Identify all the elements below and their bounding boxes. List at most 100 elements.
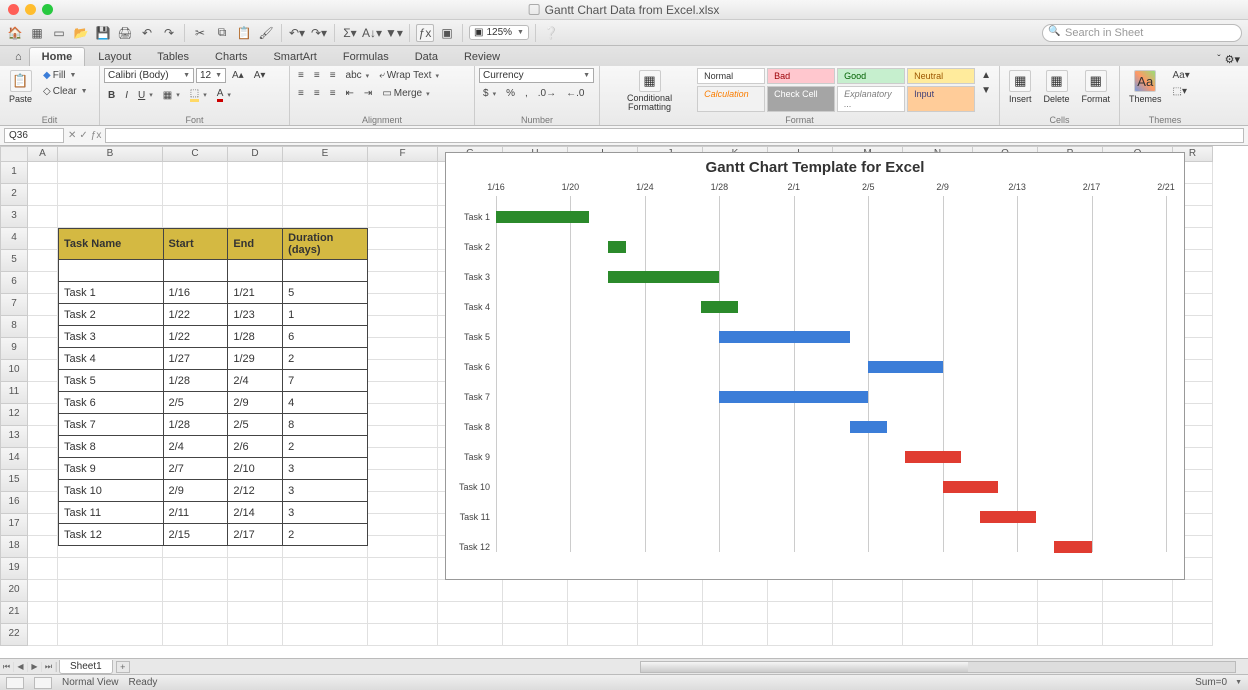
table-cell[interactable]: Task 12 [59, 524, 164, 546]
table-cell[interactable]: 2/4 [163, 436, 228, 458]
table-cell[interactable]: 2/12 [228, 480, 283, 502]
row-header-16[interactable]: 16 [0, 492, 28, 514]
style-neutral[interactable]: Neutral [907, 68, 975, 84]
open-icon[interactable]: 📂 [72, 24, 90, 42]
sort-icon[interactable]: A↓▾ [363, 24, 381, 42]
tab-home-icon[interactable]: ⌂ [8, 47, 29, 66]
table-cell[interactable]: 2/6 [228, 436, 283, 458]
help-icon[interactable]: ❔ [542, 24, 560, 42]
table-cell[interactable]: 1/27 [163, 348, 228, 370]
table-cell[interactable]: 2/9 [228, 392, 283, 414]
tab-smartart[interactable]: SmartArt [260, 47, 329, 66]
gantt-chart[interactable]: Gantt Chart Template for Excel 1/161/201… [445, 152, 1185, 580]
table-cell[interactable]: 1 [283, 304, 368, 326]
grid-icon[interactable]: ▦ [28, 24, 46, 42]
table-cell[interactable]: 2/17 [228, 524, 283, 546]
theme-fonts-icon[interactable]: ⬚▾ [1169, 84, 1194, 99]
row-header-22[interactable]: 22 [0, 624, 28, 646]
fx-icon[interactable]: ƒx [416, 24, 434, 42]
row-header-5[interactable]: 5 [0, 250, 28, 272]
show-hide-icon[interactable]: ▣ [438, 24, 456, 42]
table-cell[interactable]: Task 2 [59, 304, 164, 326]
table-cell[interactable]: Task 10 [59, 480, 164, 502]
theme-colors-icon[interactable]: Aa▾ [1169, 68, 1194, 83]
table-cell[interactable]: 2/15 [163, 524, 228, 546]
percent-icon[interactable]: % [502, 86, 519, 101]
row-header-15[interactable]: 15 [0, 470, 28, 492]
table-cell[interactable]: 1/22 [163, 326, 228, 348]
table-cell[interactable]: Task 9 [59, 458, 164, 480]
increase-indent-icon[interactable]: ⇥ [360, 86, 376, 101]
new-icon[interactable]: ▭ [50, 24, 68, 42]
table-cell[interactable]: 7 [283, 370, 368, 392]
sheet-tab-sheet1[interactable]: Sheet1 [59, 660, 113, 674]
format-button[interactable]: ▦Format [1077, 68, 1116, 106]
table-cell[interactable]: Task 6 [59, 392, 164, 414]
close-icon[interactable] [8, 4, 19, 15]
sheet-nav-arrows[interactable]: ⏮◀▶⏭ [0, 662, 57, 672]
style-explanatory[interactable]: Explanatory ... [837, 86, 905, 112]
tab-home[interactable]: Home [29, 47, 86, 66]
font-name-combo[interactable]: Calibri (Body)▼ [104, 68, 194, 83]
table-cell[interactable]: 1/28 [228, 326, 283, 348]
currency-icon[interactable]: $▾ [479, 86, 500, 101]
zoom-out-icon[interactable]: ▣ [474, 27, 483, 38]
fill-button[interactable]: ◆Fill▼ [39, 68, 92, 83]
table-cell[interactable]: 1/23 [228, 304, 283, 326]
align-center-icon[interactable]: ≡ [310, 86, 324, 101]
row-header-10[interactable]: 10 [0, 360, 28, 382]
column-header-F[interactable]: F [368, 146, 438, 162]
row-header-20[interactable]: 20 [0, 580, 28, 602]
table-cell[interactable]: 4 [283, 392, 368, 414]
table-cell[interactable]: 2/4 [228, 370, 283, 392]
cancel-formula-icon[interactable]: ✕ [68, 130, 76, 141]
minimize-icon[interactable] [25, 4, 36, 15]
table-cell[interactable]: 3 [283, 458, 368, 480]
select-all-corner[interactable] [0, 146, 28, 162]
normal-view-icon[interactable] [6, 677, 24, 689]
home-icon[interactable]: 🏠 [6, 24, 24, 42]
table-cell[interactable]: Task 5 [59, 370, 164, 392]
table-cell[interactable]: Task 3 [59, 326, 164, 348]
tab-charts[interactable]: Charts [202, 47, 260, 66]
tab-formulas[interactable]: Formulas [330, 47, 402, 66]
font-color-button[interactable]: A▾ [213, 86, 235, 104]
table-cell[interactable]: 1/22 [163, 304, 228, 326]
align-top-icon[interactable]: ≡ [294, 68, 308, 83]
zoom-control[interactable]: ▣ 125% ▼ [469, 25, 529, 40]
collapse-ribbon-icon[interactable]: ˇ [1217, 54, 1220, 65]
orientation-icon[interactable]: abc▾ [342, 68, 374, 83]
table-cell[interactable]: Task 4 [59, 348, 164, 370]
row-header-6[interactable]: 6 [0, 272, 28, 294]
autosum-icon[interactable]: Σ▾ [341, 24, 359, 42]
zoom-icon[interactable] [42, 4, 53, 15]
table-cell[interactable]: 2/11 [163, 502, 228, 524]
table-cell[interactable]: Task 8 [59, 436, 164, 458]
align-left-icon[interactable]: ≡ [294, 86, 308, 101]
tab-review[interactable]: Review [451, 47, 513, 66]
tab-data[interactable]: Data [402, 47, 451, 66]
copy-icon[interactable]: ⧉ [213, 24, 231, 42]
row-header-9[interactable]: 9 [0, 338, 28, 360]
row-header-11[interactable]: 11 [0, 382, 28, 404]
table-cell[interactable]: 2/5 [163, 392, 228, 414]
table-cell[interactable]: 1/28 [163, 370, 228, 392]
table-cell[interactable]: 2/7 [163, 458, 228, 480]
table-cell[interactable]: 3 [283, 480, 368, 502]
conditional-formatting-button[interactable]: ▦ Conditional Formatting [604, 68, 695, 114]
column-header-D[interactable]: D [228, 146, 283, 162]
increase-decimal-icon[interactable]: .0→ [534, 86, 560, 101]
row-header-21[interactable]: 21 [0, 602, 28, 624]
row-header-19[interactable]: 19 [0, 558, 28, 580]
table-cell[interactable]: 8 [283, 414, 368, 436]
column-header-E[interactable]: E [283, 146, 368, 162]
table-cell[interactable]: 1/29 [228, 348, 283, 370]
shrink-font-icon[interactable]: A▾ [250, 68, 270, 83]
align-bottom-icon[interactable]: ≡ [326, 68, 340, 83]
clear-button[interactable]: ◇Clear▼ [39, 84, 92, 99]
filter-icon[interactable]: ▼▾ [385, 24, 403, 42]
search-input[interactable]: Search in Sheet [1042, 24, 1242, 42]
table-cell[interactable]: 6 [283, 326, 368, 348]
undo-dropdown-icon[interactable]: ↶▾ [288, 24, 306, 42]
comma-icon[interactable]: , [521, 86, 532, 101]
